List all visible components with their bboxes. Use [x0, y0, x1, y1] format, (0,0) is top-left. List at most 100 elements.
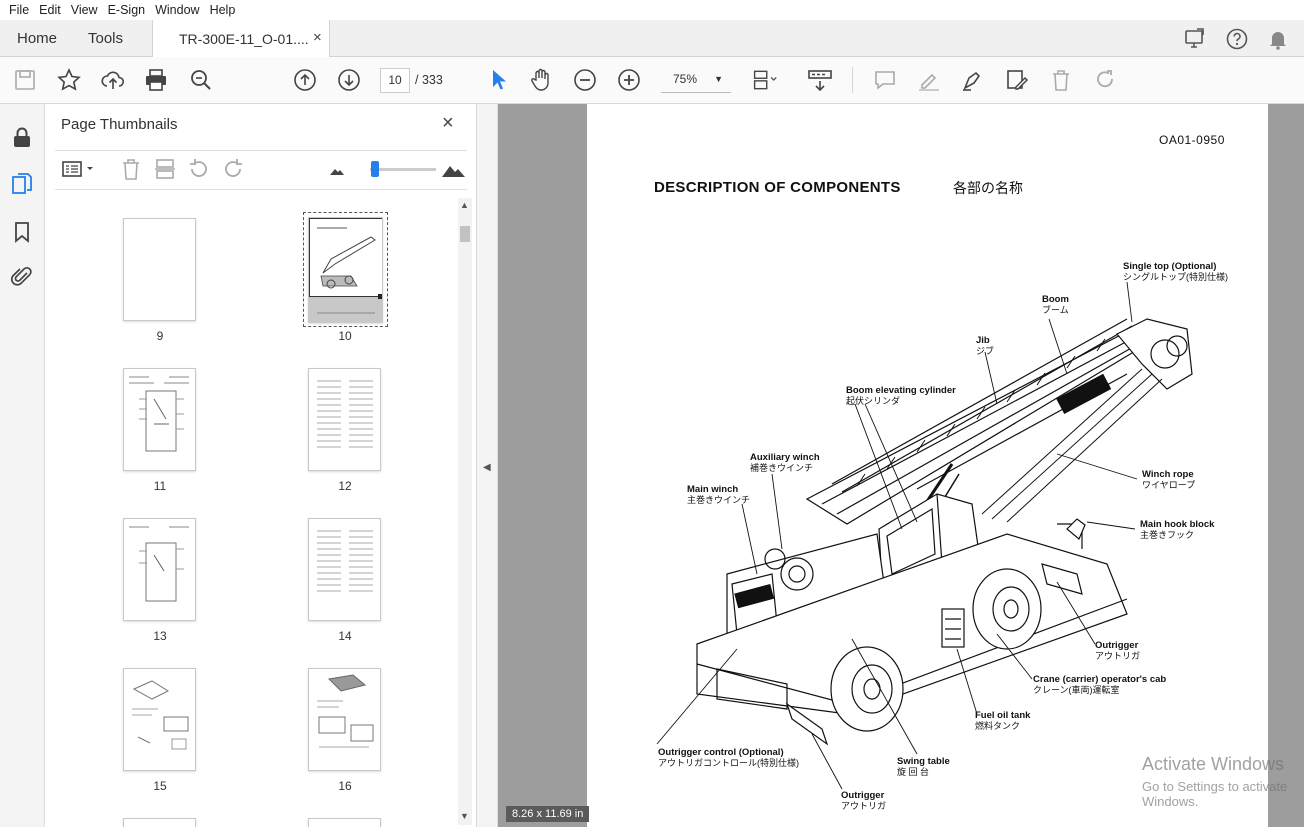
options-menu-icon[interactable]: [61, 157, 97, 181]
menu-file[interactable]: File: [4, 3, 34, 17]
thumbnail-page[interactable]: [308, 668, 381, 771]
zoom-in-icon[interactable]: [616, 67, 642, 93]
share-screen-icon[interactable]: [1183, 27, 1207, 51]
scroll-down-icon[interactable]: ▼: [460, 811, 469, 821]
thumbnail-label: 16: [338, 779, 352, 793]
collapse-panel-strip[interactable]: ◀: [477, 104, 498, 827]
insert-pages-icon[interactable]: [153, 157, 177, 181]
label-jib: Jib ジブ: [976, 335, 995, 357]
thumbnail-page[interactable]: [308, 818, 381, 827]
large-thumbnails-icon[interactable]: [441, 157, 465, 181]
save-icon[interactable]: [12, 67, 38, 93]
highlight-pen-icon[interactable]: [916, 67, 942, 93]
tab-home[interactable]: Home: [17, 30, 57, 47]
thumbnail-page[interactable]: [123, 368, 196, 471]
thumbnail-page[interactable]: [123, 668, 196, 771]
pdf-page: OA01-0950 DESCRIPTION OF COMPONENTS 各部の名…: [587, 104, 1268, 827]
menu-bar: File Edit View E-Sign Window Help: [0, 0, 1304, 20]
notifications-bell-icon[interactable]: [1266, 27, 1290, 51]
label-single-top: Single top (Optional) シングルトップ(特別仕様): [1123, 261, 1228, 283]
document-viewport[interactable]: OA01-0950 DESCRIPTION OF COMPONENTS 各部の名…: [498, 104, 1304, 827]
thumbnail-preview: [129, 376, 189, 452]
label-winch-rope: Winch rope ワイヤロープ: [1142, 469, 1196, 491]
print-icon[interactable]: [143, 67, 169, 93]
menu-esign[interactable]: E-Sign: [103, 3, 151, 17]
comment-icon[interactable]: [872, 67, 898, 93]
page-thumbnails-icon[interactable]: [10, 172, 34, 196]
menu-view[interactable]: View: [66, 3, 103, 17]
thumbnails-scrollbar[interactable]: ▲ ▼: [458, 198, 472, 825]
thumbnails-toolbar: [55, 150, 467, 190]
rotate-right-icon[interactable]: [221, 157, 245, 181]
page-size-badge: 8.26 x 11.69 in: [506, 806, 590, 822]
page-thumbnails-panel: Page Thumbnails × 9 10 11 12 13 14 15 16…: [45, 104, 477, 827]
scroll-up-icon[interactable]: ▲: [460, 200, 469, 210]
collapse-left-icon[interactable]: ◀: [483, 462, 491, 473]
thumbnail-page[interactable]: [308, 368, 381, 471]
hand-tool-icon[interactable]: [528, 67, 554, 93]
next-page-icon[interactable]: [336, 67, 362, 93]
select-cursor-icon[interactable]: [485, 67, 511, 93]
tab-bar: Home Tools TR-300E-11_O-01.... ×: [0, 20, 1304, 57]
thumbnail-preview: [129, 526, 189, 602]
thumbnail-preview: [132, 680, 189, 750]
label-fuel-oil-tank: Fuel oil tank 燃料タンク: [975, 710, 1031, 732]
scroll-mode-icon[interactable]: [807, 67, 833, 93]
lock-icon[interactable]: [10, 126, 34, 150]
close-panel-icon[interactable]: ×: [442, 112, 454, 135]
help-icon[interactable]: [1225, 27, 1249, 51]
crane-illustration: [656, 281, 1193, 790]
scrollbar-thumb[interactable]: [460, 226, 470, 242]
label-main-hook-block: Main hook block 主巻きフック: [1140, 519, 1215, 541]
rotate-left-icon[interactable]: [187, 157, 211, 181]
close-tab-icon[interactable]: ×: [313, 29, 322, 46]
label-outrigger-right: Outrigger アウトリガ: [1095, 640, 1141, 662]
thumbnail-preview: [317, 380, 373, 448]
thumbnail-label: 15: [153, 779, 167, 793]
zoom-level-select[interactable]: 75% ▼: [661, 68, 731, 93]
thumbnail-label: 14: [338, 629, 352, 643]
attachment-paperclip-icon[interactable]: [10, 264, 34, 288]
upload-cloud-icon[interactable]: [100, 67, 126, 93]
label-outrigger-bottom: Outrigger アウトリガ: [841, 790, 887, 812]
activate-windows-watermark: Activate Windows Go to Settings to activ…: [1142, 754, 1288, 809]
menu-window[interactable]: Window: [150, 3, 204, 17]
tab-tools[interactable]: Tools: [88, 30, 123, 47]
thumbnail-page[interactable]: [123, 818, 196, 827]
document-tab-title: TR-300E-11_O-01....: [179, 31, 309, 47]
label-swing-table: Swing table 旋 回 台: [897, 756, 950, 778]
menu-edit[interactable]: Edit: [34, 3, 66, 17]
label-boom: Boom ブーム: [1042, 294, 1069, 316]
main-toolbar: 10 / 333 75% ▼: [0, 57, 1304, 104]
label-main-winch: Main winch 主巻きウインチ: [687, 484, 751, 506]
previous-page-icon[interactable]: [292, 67, 318, 93]
delete-pages-icon[interactable]: [119, 157, 143, 181]
page-number-input[interactable]: 10: [380, 68, 410, 93]
zoom-out-icon[interactable]: [572, 67, 598, 93]
menu-help[interactable]: Help: [205, 3, 241, 17]
thumbnail-page[interactable]: [308, 518, 381, 621]
sign-pen-icon[interactable]: [960, 67, 986, 93]
page-total: / 333: [415, 73, 443, 87]
edit-text-icon[interactable]: [1004, 67, 1030, 93]
redo-icon[interactable]: [1092, 67, 1118, 93]
label-auxiliary-winch: Auxiliary winch 補巻きウインチ: [750, 452, 820, 474]
label-boom-elevating-cylinder: Boom elevating cylinder 起伏シリンダ: [846, 385, 956, 407]
bookmarks-icon[interactable]: [10, 220, 34, 244]
thumbnail-page[interactable]: [123, 218, 196, 321]
zoom-level-value: 75%: [673, 72, 698, 86]
slider-handle[interactable]: [371, 161, 379, 177]
thumbnail-page-current[interactable]: [308, 217, 383, 323]
thumbnail-size-slider[interactable]: [370, 168, 436, 171]
toolbar-divider: [852, 67, 853, 93]
bookmark-star-icon[interactable]: [56, 67, 82, 93]
thumbnail-page[interactable]: [123, 518, 196, 621]
delete-trash-icon[interactable]: [1048, 67, 1074, 93]
panel-title: Page Thumbnails: [61, 116, 178, 133]
page-fit-icon[interactable]: [752, 67, 778, 93]
tab-document[interactable]: TR-300E-11_O-01.... ×: [152, 20, 330, 57]
zoom-search-icon[interactable]: [188, 67, 214, 93]
thumbnail-preview: [317, 530, 373, 592]
small-thumbnails-icon[interactable]: [325, 157, 349, 181]
left-navigation-rail: [0, 104, 45, 827]
